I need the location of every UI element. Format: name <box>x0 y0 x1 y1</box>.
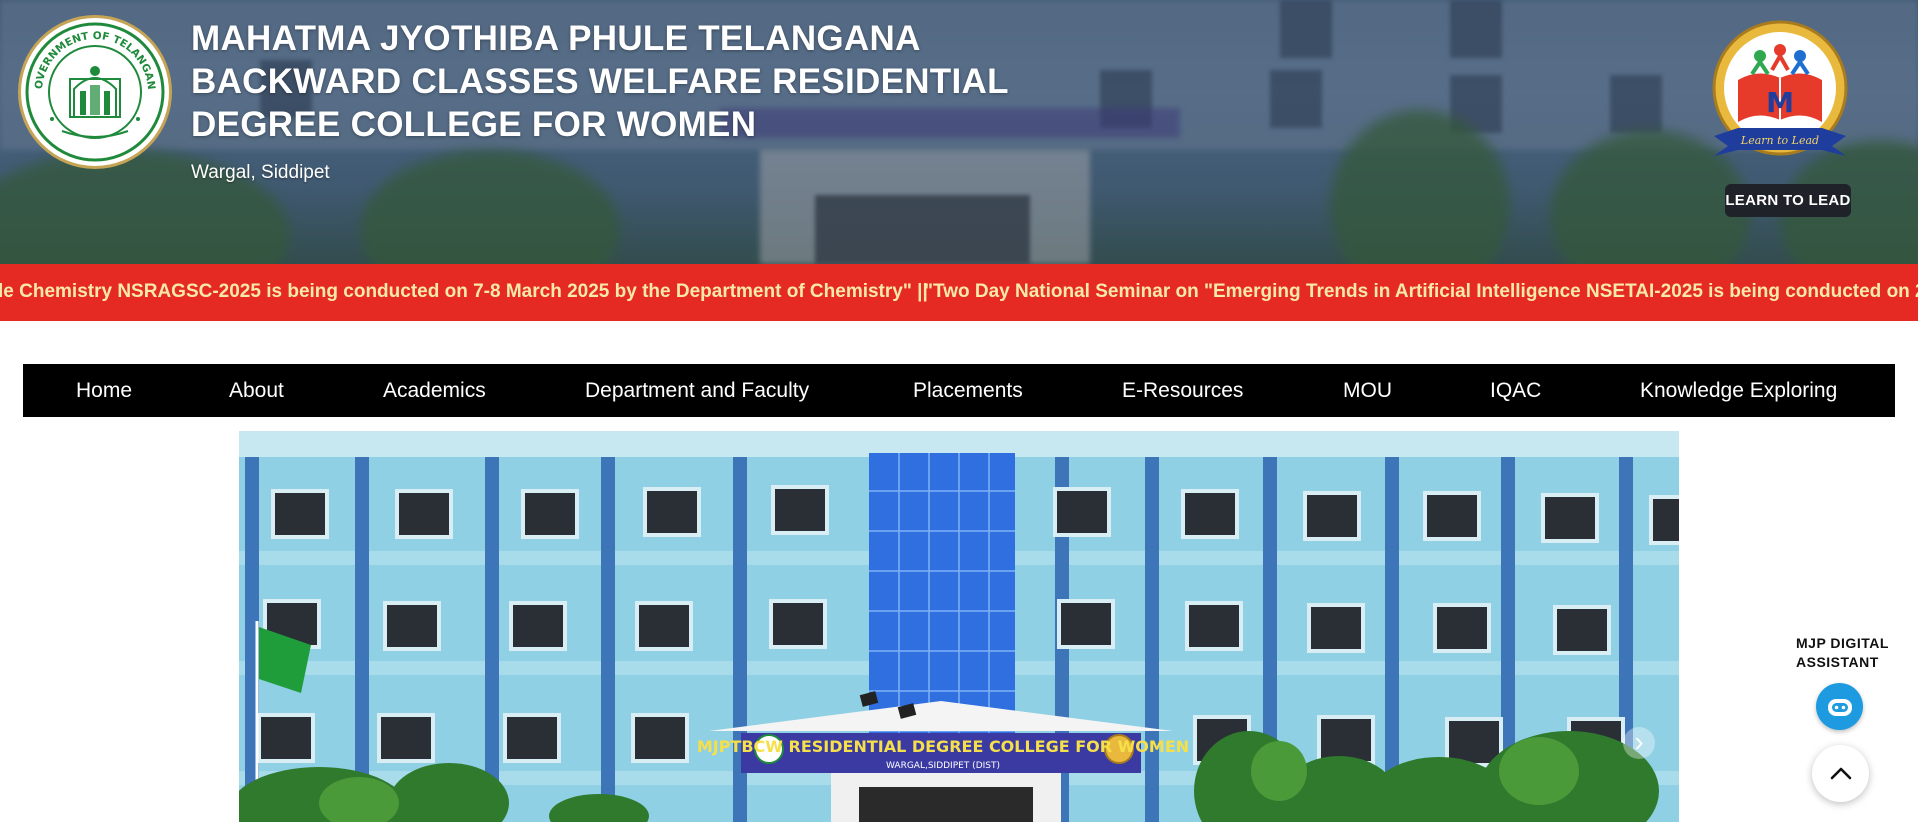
svg-text:Learn to Lead: Learn to Lead <box>1740 134 1819 147</box>
nav-item-placements[interactable]: Placements <box>913 364 1023 417</box>
mjp-society-logo[interactable]: M Learn to Lead <box>1708 18 1852 168</box>
college-title-line-2: BACKWARD CLASSES WELFARE RESIDENTIAL <box>191 62 1009 101</box>
main-navigation: Home About Academics Department and Facu… <box>23 364 1895 417</box>
chevron-right-icon: › <box>1634 726 1644 757</box>
nav-item-mou[interactable]: MOU <box>1343 364 1392 417</box>
scroll-to-top-button[interactable] <box>1812 745 1869 802</box>
robot-icon <box>1827 698 1852 716</box>
nav-item-academics[interactable]: Academics <box>383 364 486 417</box>
site-header: GOVERNMENT OF TELANGANA MAHATMA JYOTHIBA… <box>0 0 1918 264</box>
ticker-item-2[interactable]: "Two Day National Seminar on "Emerging T… <box>924 281 1918 303</box>
telangana-government-emblem[interactable]: GOVERNMENT OF TELANGANA <box>18 15 172 169</box>
nav-item-iqac[interactable]: IQAC <box>1490 364 1541 417</box>
svg-text:MJPTBCW RESIDENTIAL DEGREE COL: MJPTBCW RESIDENTIAL DEGREE COLLEGE FOR W… <box>697 737 1189 756</box>
college-title-line-1: MAHATMA JYOTHIBA PHULE TELANGANA <box>191 19 921 58</box>
nav-item-e-resources[interactable]: E-Resources <box>1122 364 1243 417</box>
learn-to-lead-tagline: LEARN TO LEAD <box>1725 184 1851 217</box>
nav-item-knowledge-exploring[interactable]: Knowledge Exploring <box>1640 364 1837 417</box>
college-location: Wargal, Siddipet <box>191 162 330 183</box>
college-title: MAHATMA JYOTHIBA PHULE TELANGANA BACKWAR… <box>191 17 1091 146</box>
digital-assistant-label: MJP DIGITAL ASSISTANT <box>1796 635 1889 670</box>
news-ticker[interactable]: le Chemistry NSRAGSC-2025 is being condu… <box>0 264 1918 321</box>
nav-item-about[interactable]: About <box>229 364 284 417</box>
ticker-item-1[interactable]: le Chemistry NSRAGSC-2025 is being condu… <box>0 281 928 303</box>
hero-campus-image: MJPTBCW RESIDENTIAL DEGREE COLLEGE FOR W… <box>239 431 1679 822</box>
nav-item-home[interactable]: Home <box>76 364 132 417</box>
svg-text:M: M <box>1766 86 1794 119</box>
college-title-line-3: DEGREE COLLEGE FOR WOMEN <box>191 105 757 144</box>
svg-text:WARGAL,SIDDIPET (DIST): WARGAL,SIDDIPET (DIST) <box>886 761 1000 771</box>
carousel-next-button[interactable]: › <box>1623 727 1655 759</box>
digital-assistant-button[interactable] <box>1816 683 1863 730</box>
chevron-up-icon <box>1830 767 1851 779</box>
nav-item-department-and-faculty[interactable]: Department and Faculty <box>585 364 809 417</box>
